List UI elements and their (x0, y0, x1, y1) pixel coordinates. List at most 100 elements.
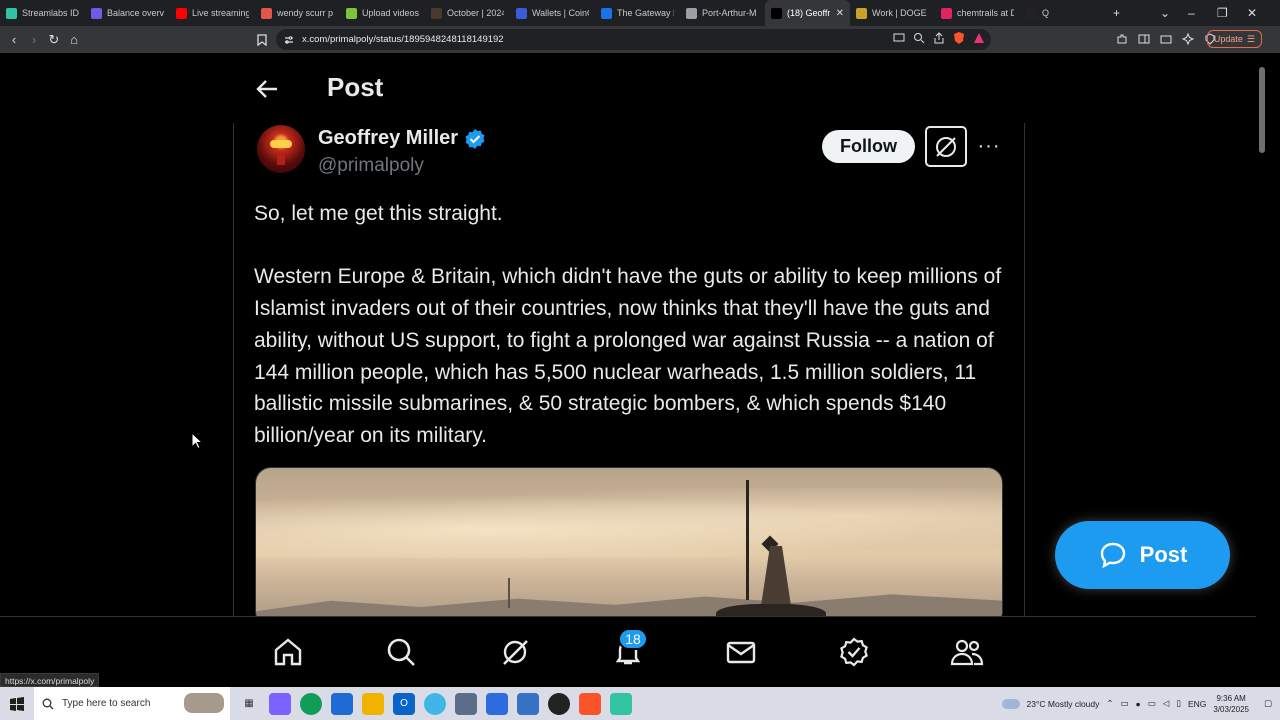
file-explorer-icon[interactable] (362, 692, 384, 715)
windows-taskbar: Type here to search ▦ O 23°C Mostly clou… (0, 687, 1280, 720)
close-tab-icon[interactable]: ✕ (836, 8, 844, 19)
tab-title: Work | DOGE | (872, 8, 929, 18)
tray-chevron-icon[interactable]: ⌃ (1106, 698, 1113, 709)
brave-browser-icon[interactable] (579, 692, 601, 715)
notepad-icon[interactable] (455, 692, 477, 715)
taskbar-search[interactable]: Type here to search (34, 687, 230, 720)
restore-icon[interactable]: ❐ (1217, 0, 1228, 26)
clock[interactable]: 9:36 AM 3/03/2025 (1213, 693, 1249, 715)
author-name: Geoffrey Miller (318, 127, 459, 149)
clock-date: 3/03/2025 (1213, 704, 1249, 714)
back-icon[interactable]: ‹ (4, 30, 24, 50)
minimize-icon[interactable]: – (1188, 0, 1195, 26)
site-info-icon[interactable] (284, 35, 294, 45)
page-scrollbar[interactable] (1256, 53, 1280, 687)
grok-icon[interactable] (498, 635, 532, 669)
wallet-icon[interactable] (1160, 32, 1172, 44)
tab-title: October | 2024 (447, 8, 504, 18)
browser-tab[interactable]: chemtrails at D (935, 0, 1020, 26)
compose-post-button[interactable]: Post (1055, 521, 1230, 589)
author-name-link[interactable]: Geoffrey Miller (318, 127, 486, 150)
browser-tab[interactable]: The Gateway P (595, 0, 680, 26)
address-bar-actions (893, 32, 985, 44)
tab-title: (18) Geoffr (787, 8, 831, 18)
meet-icon[interactable]: ▭ (1121, 698, 1129, 709)
browser-tab[interactable]: Port-Arthur-M (680, 0, 765, 26)
post-image[interactable] (255, 467, 1003, 616)
search-icon[interactable] (384, 635, 418, 669)
browser-tab[interactable]: Work | DOGE | (850, 0, 935, 26)
browser-tab[interactable]: (18) Geoffr ✕ (765, 0, 850, 26)
browser-tab[interactable]: October | 2024 (425, 0, 510, 26)
tab-list: Streamlabs ID Balance overvi Live streamin… (0, 0, 1105, 26)
communities-icon[interactable] (950, 635, 984, 669)
more-options-button[interactable]: ··· (977, 131, 1001, 161)
weather-cloud-icon (1001, 698, 1020, 709)
home-page-icon[interactable]: ⌂ (64, 30, 84, 50)
monitor-app-icon[interactable] (331, 692, 353, 715)
browser-tab-strip: Streamlabs ID Balance overvi Live streamin… (0, 0, 1280, 26)
globe-app-icon[interactable] (424, 692, 446, 715)
volume-icon[interactable]: ◁ (1163, 698, 1170, 709)
share-icon[interactable] (933, 32, 945, 44)
obs-icon[interactable] (548, 692, 570, 715)
home-icon[interactable] (271, 635, 305, 669)
copilot-icon[interactable] (269, 692, 291, 715)
taskbar-search-placeholder: Type here to search (62, 698, 151, 709)
avatar-eyes (270, 140, 292, 148)
reload-icon[interactable]: ↻ (44, 30, 64, 50)
verified-icon[interactable] (837, 635, 871, 669)
weather-text[interactable]: 23°C Mostly cloudy (1027, 699, 1100, 709)
grok-button[interactable] (925, 126, 967, 167)
author-handle[interactable]: @primalpoly (318, 155, 424, 177)
browser-tab[interactable]: Wallets | CoinG (510, 0, 595, 26)
update-button[interactable]: Update ☰ (1206, 30, 1262, 48)
edge-icon[interactable] (300, 692, 322, 715)
browser-tab[interactable]: Balance overvi (85, 0, 170, 26)
language-indicator[interactable]: ENG (1188, 699, 1206, 709)
browser-tab[interactable]: Streamlabs ID (0, 0, 85, 26)
vscode-icon[interactable] (486, 692, 508, 715)
notification-center-icon[interactable]: ▢ (1264, 698, 1272, 709)
tab-title: Wallets | CoinG (532, 8, 589, 18)
compose-post-label: Post (1139, 542, 1188, 567)
task-view-icon[interactable]: ▦ (238, 693, 260, 715)
update-label: Update (1213, 34, 1243, 44)
word-doc-icon[interactable] (517, 692, 539, 715)
battery-icon[interactable]: ▯ (1176, 698, 1181, 709)
scrollbar-thumb[interactable] (1259, 67, 1265, 153)
windows-logo-icon (10, 696, 24, 711)
leo-ai-icon[interactable] (1181, 32, 1195, 46)
tab-favicon-icon (1026, 7, 1037, 19)
address-bar[interactable]: x.com/primalpoly/status/1895948248118149… (276, 29, 991, 50)
close-window-icon[interactable]: ✕ (1247, 0, 1257, 26)
start-button[interactable] (0, 687, 34, 720)
tab-favicon-icon (91, 7, 102, 19)
zoom-icon[interactable] (913, 32, 925, 44)
browser-tab[interactable]: Live streaming (170, 0, 255, 26)
tab-search-icon[interactable]: ⌄ (1160, 0, 1170, 26)
tab-title: Balance overvi (107, 8, 164, 18)
bookmark-icon[interactable] (252, 30, 272, 50)
browser-tab[interactable]: wendy scurr p (255, 0, 340, 26)
network-icon[interactable]: ▭ (1148, 698, 1156, 709)
messages-icon[interactable] (724, 635, 758, 669)
outlook-icon[interactable]: O (393, 692, 415, 715)
post-paragraph: Western Europe & Britain, which didn't h… (254, 265, 1002, 447)
brave-rewards-icon[interactable] (973, 32, 985, 44)
image-mast (746, 480, 749, 600)
streamlabs-icon[interactable] (610, 692, 632, 715)
mic-icon[interactable]: ● (1136, 699, 1141, 709)
cast-icon[interactable] (893, 32, 905, 44)
brave-shield-icon[interactable] (953, 32, 965, 44)
sidebar-icon[interactable] (1138, 32, 1150, 44)
avatar[interactable] (257, 125, 305, 173)
forward-icon[interactable]: › (24, 30, 44, 50)
tab-title: The Gateway P (617, 8, 674, 18)
browser-tab[interactable]: Q (1020, 0, 1105, 26)
new-tab-button[interactable]: + (1113, 0, 1120, 26)
follow-button[interactable]: Follow (822, 130, 915, 163)
tab-favicon-icon (261, 7, 272, 19)
extensions-icon[interactable] (1116, 32, 1128, 44)
browser-tab[interactable]: Upload videos (340, 0, 425, 26)
